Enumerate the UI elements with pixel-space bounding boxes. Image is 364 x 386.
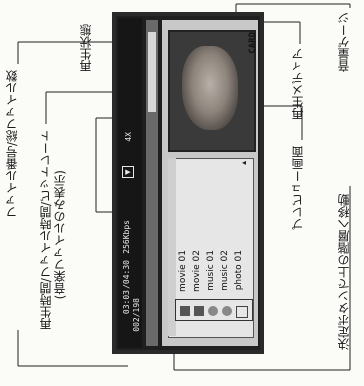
speed-readout: 4X [124,132,133,142]
volume-gauge-fill [148,32,156,112]
device-screen: 03:03 /04:30 256Kbps 002/198 4X ▶ CARD m… [112,12,264,354]
duration-readout: /04:30 [122,260,131,289]
play-icon: ▶ [122,166,134,178]
list-item[interactable]: music 02 [220,250,230,291]
time-readout: 03:03 [122,290,131,315]
list-item[interactable]: movie 01 [178,250,188,292]
list-scrollbar[interactable] [168,158,176,336]
file-number-readout: 002/198 [132,298,141,332]
selection-highlight [175,299,253,321]
list-item[interactable]: music 01 [206,250,216,291]
card-label: CARD [248,32,258,54]
bitrate-readout: 256Kbps [122,220,131,254]
diagram-stage: ファイル番号/総ファイル数 再生時間/ファイル時間/ビットレート (音楽ファイル… [0,0,364,386]
list-item[interactable]: photo 01 [234,250,244,290]
up-arrow-icon[interactable]: ◂ [238,158,250,168]
list-item[interactable]: movie 02 [192,250,202,292]
preview-image [182,46,238,130]
